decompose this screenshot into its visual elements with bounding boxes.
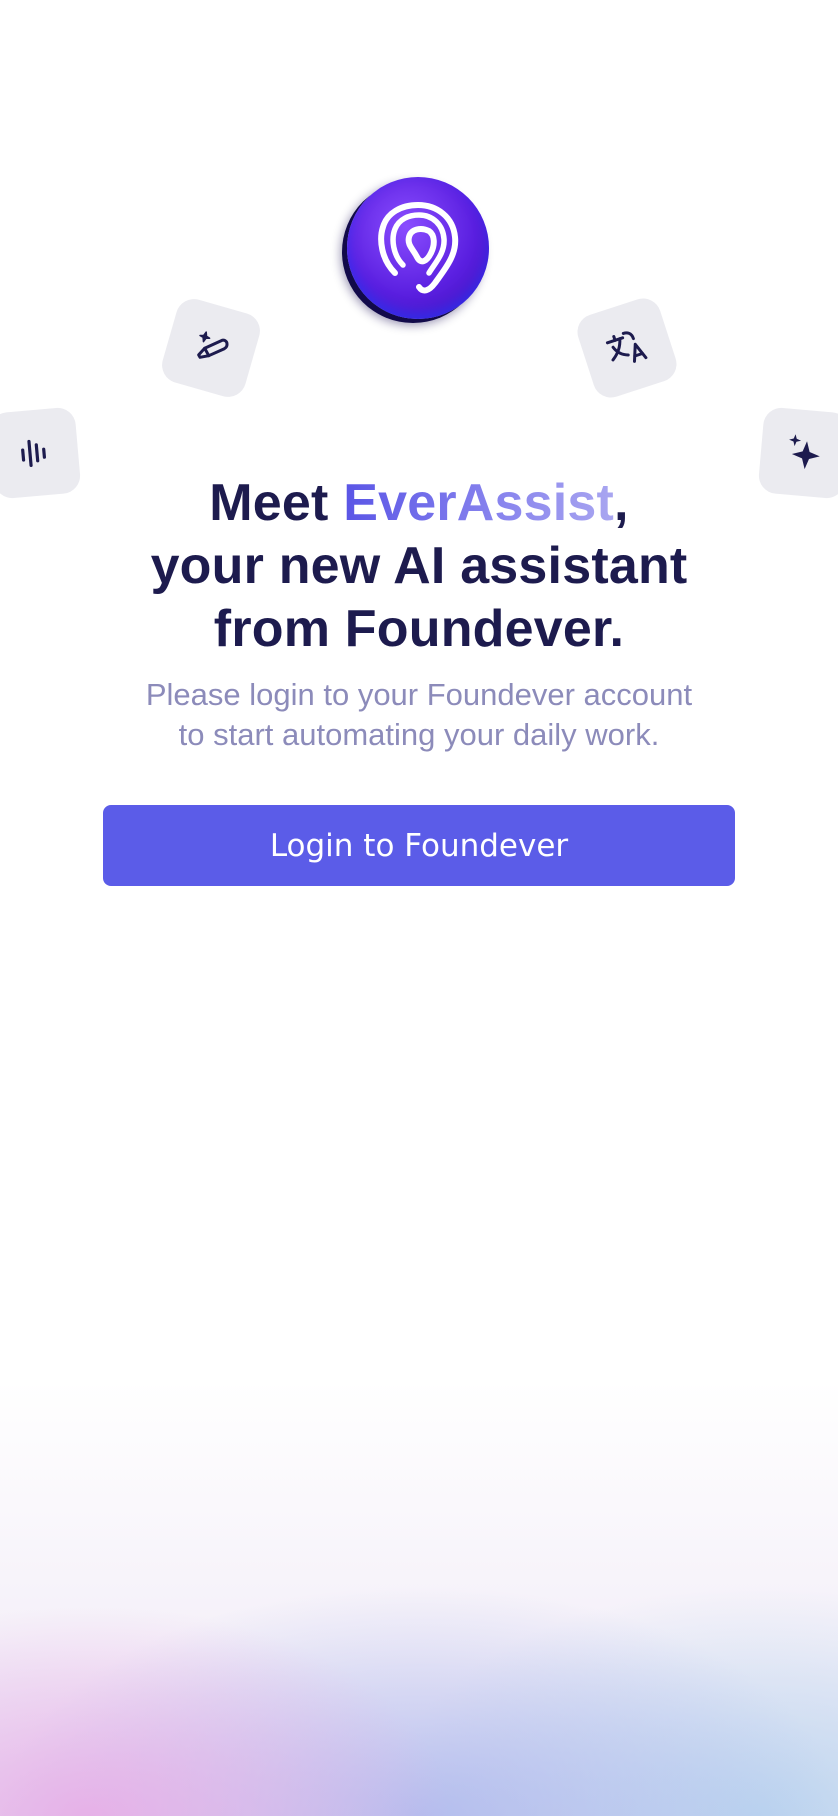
foundever-logo-icon — [347, 177, 489, 319]
subtitle-line-2: to start automating your daily work. — [178, 717, 660, 752]
headline-suffix: , — [614, 474, 629, 532]
headline-line-2: your new AI assistant — [150, 537, 688, 595]
welcome-screen: Meet EverAssist, your new AI assistant f… — [0, 0, 838, 1816]
subtitle-line-1: Please login to your Foundever account — [145, 677, 693, 712]
pencil-sparkle-icon — [197, 331, 229, 359]
login-button[interactable]: Login to Foundever — [103, 805, 735, 886]
welcome-subtitle: Please login to your Foundever account t… — [89, 675, 749, 755]
translate-icon — [605, 331, 648, 363]
headline-prefix: Meet — [209, 474, 344, 532]
welcome-headline: Meet EverAssist, your new AI assistant f… — [69, 472, 769, 661]
headline-line-3: from Foundever. — [213, 600, 625, 658]
voice-wave-icon — [21, 439, 47, 467]
brand-name: EverAssist — [343, 474, 615, 532]
sparkle-icon — [789, 434, 820, 470]
sparkle-tile — [757, 406, 838, 500]
